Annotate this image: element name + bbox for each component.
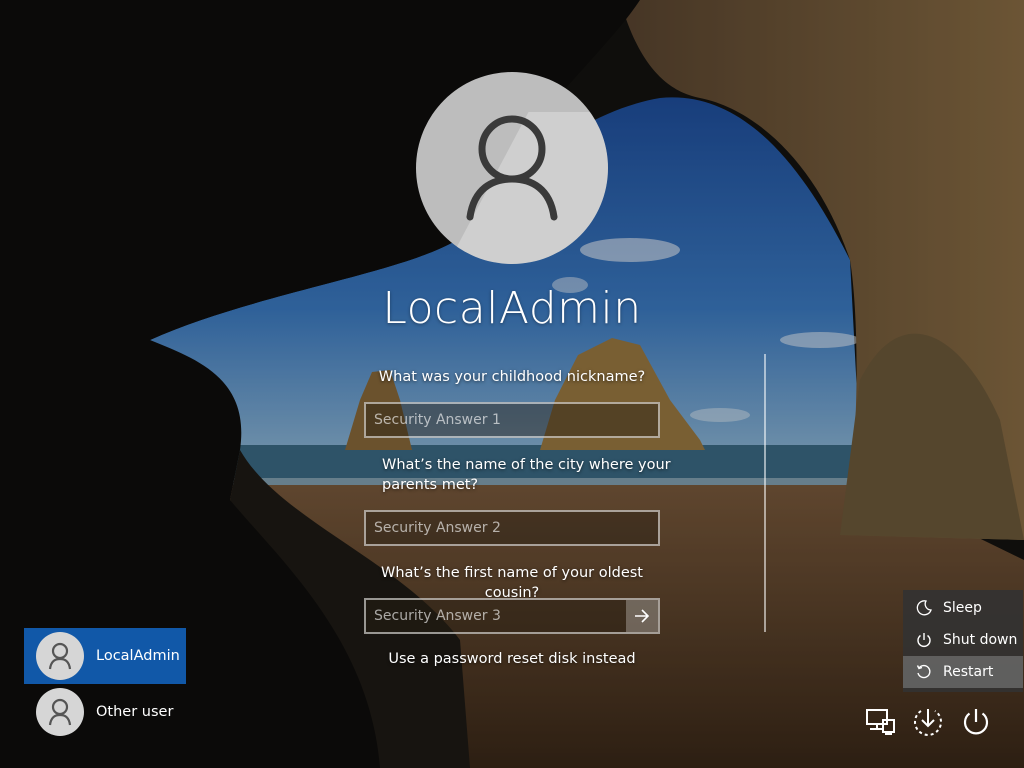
power-menu-shutdown[interactable]: Shut down [903,624,1023,656]
security-question-2: What’s the name of the city where your p… [382,457,671,493]
user-tile-localadmin[interactable]: LocalAdmin [24,628,186,684]
security-answer-1-input[interactable] [366,404,658,436]
user-tile-other-user[interactable]: Other user [24,684,186,740]
restart-icon [915,663,933,681]
person-icon [48,642,72,670]
power-menu-sleep[interactable]: Sleep [903,592,1023,624]
power-icon [915,631,933,649]
arrow-right-icon [635,609,650,623]
user-tile-label: LocalAdmin [96,648,180,664]
password-reset-disk-link[interactable]: Use a password reset disk instead [312,651,712,667]
power-menu: Sleep Shut down Restart [903,590,1023,692]
security-answer-2-input[interactable] [366,512,658,544]
moon-icon [915,599,933,617]
power-button[interactable] [958,704,994,740]
security-answer-1-field[interactable] [364,402,660,438]
security-question-1: What was your childhood nickname? [378,369,646,385]
ease-of-access-icon [914,709,942,736]
submit-button[interactable] [626,600,658,632]
user-tile-label: Other user [96,704,174,720]
avatar [36,688,84,736]
power-menu-label: Restart [943,664,994,680]
security-answer-3-field[interactable] [364,598,660,634]
power-menu-restart[interactable]: Restart [903,656,1023,688]
security-question-3: What’s the first name of your oldest cou… [380,565,643,601]
power-menu-label: Sleep [943,600,982,616]
account-name: LocalAdmin [382,283,642,334]
person-icon [48,698,72,726]
network-button[interactable] [862,704,898,740]
power-menu-label: Shut down [943,632,1018,648]
user-avatar [416,72,608,264]
security-answer-2-field[interactable] [364,510,660,546]
security-answer-3-input[interactable] [366,600,626,632]
power-icon [963,709,989,735]
vertical-divider [764,354,766,632]
network-icon [866,709,895,735]
avatar [36,632,84,680]
ease-of-access-button[interactable] [910,704,946,740]
person-icon [466,115,558,221]
